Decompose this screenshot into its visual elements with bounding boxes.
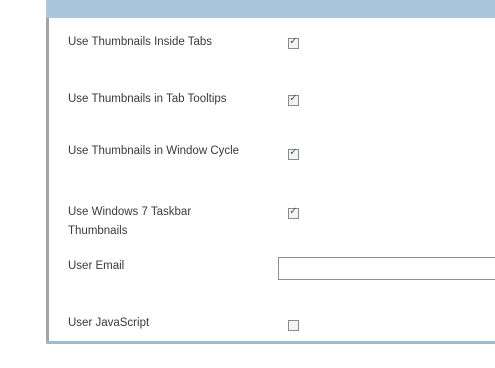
checkmark-icon: ✓ (289, 147, 298, 158)
setting-label-windows7-taskbar-thumbnails: Use Windows 7 Taskbar Thumbnails (68, 206, 192, 237)
windows7-taskbar-thumbnails-checkbox[interactable]: ✓ (288, 206, 299, 219)
checkmark-icon: ✓ (289, 206, 298, 217)
setting-label-thumbnails-window-cycle: Use Thumbnails in Window Cycle (68, 145, 240, 157)
setting-label-thumbnails-tab-tooltips: Use Thumbnails in Tab Tooltips (68, 93, 227, 105)
header-bar (46, 0, 495, 18)
thumbnails-window-cycle-checkbox[interactable]: ✓ (288, 147, 299, 160)
setting-label-user-email: User Email (68, 260, 125, 272)
panel-left-border (46, 18, 49, 344)
user-javascript-checkbox[interactable] (288, 320, 299, 331)
checkmark-icon: ✓ (289, 93, 298, 104)
checkmark-icon: ✓ (289, 36, 298, 47)
thumbnails-tab-tooltips-checkbox[interactable]: ✓ (288, 93, 299, 106)
thumbnails-inside-tabs-checkbox[interactable]: ✓ (288, 36, 299, 49)
setting-label-thumbnails-inside-tabs: Use Thumbnails Inside Tabs (68, 36, 213, 48)
setting-label-user-javascript: User JavaScript (68, 317, 150, 329)
panel-bottom-border (46, 341, 495, 344)
user-email-input[interactable] (278, 257, 495, 280)
